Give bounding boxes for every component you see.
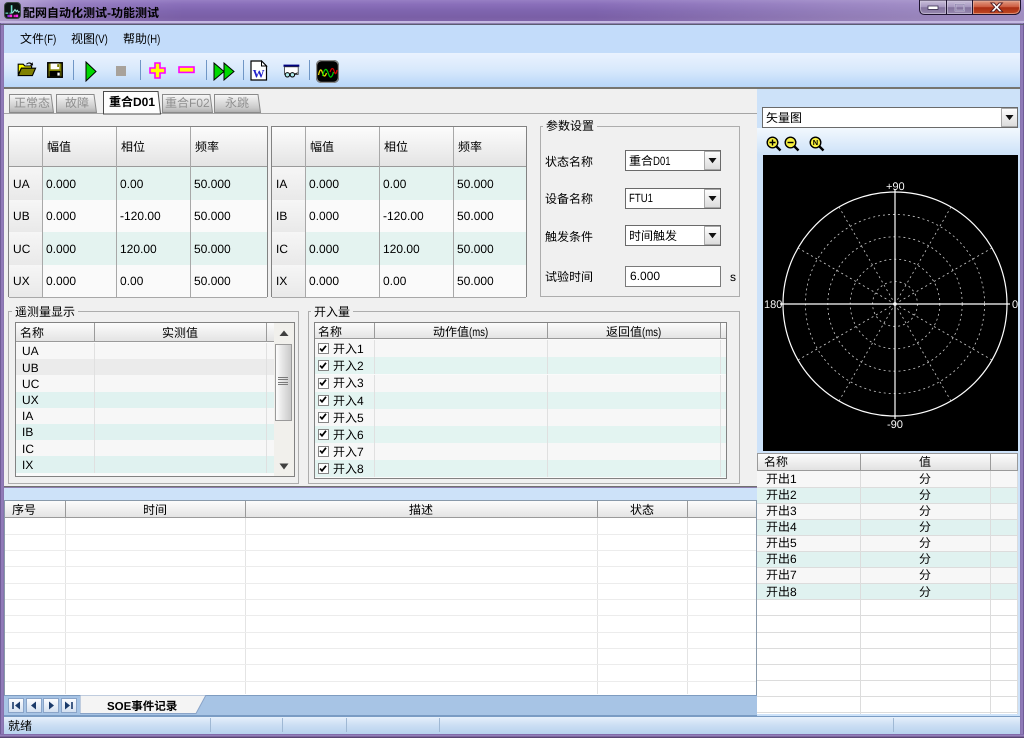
svg-text:W: W xyxy=(253,67,265,81)
svg-text:N: N xyxy=(813,138,818,147)
